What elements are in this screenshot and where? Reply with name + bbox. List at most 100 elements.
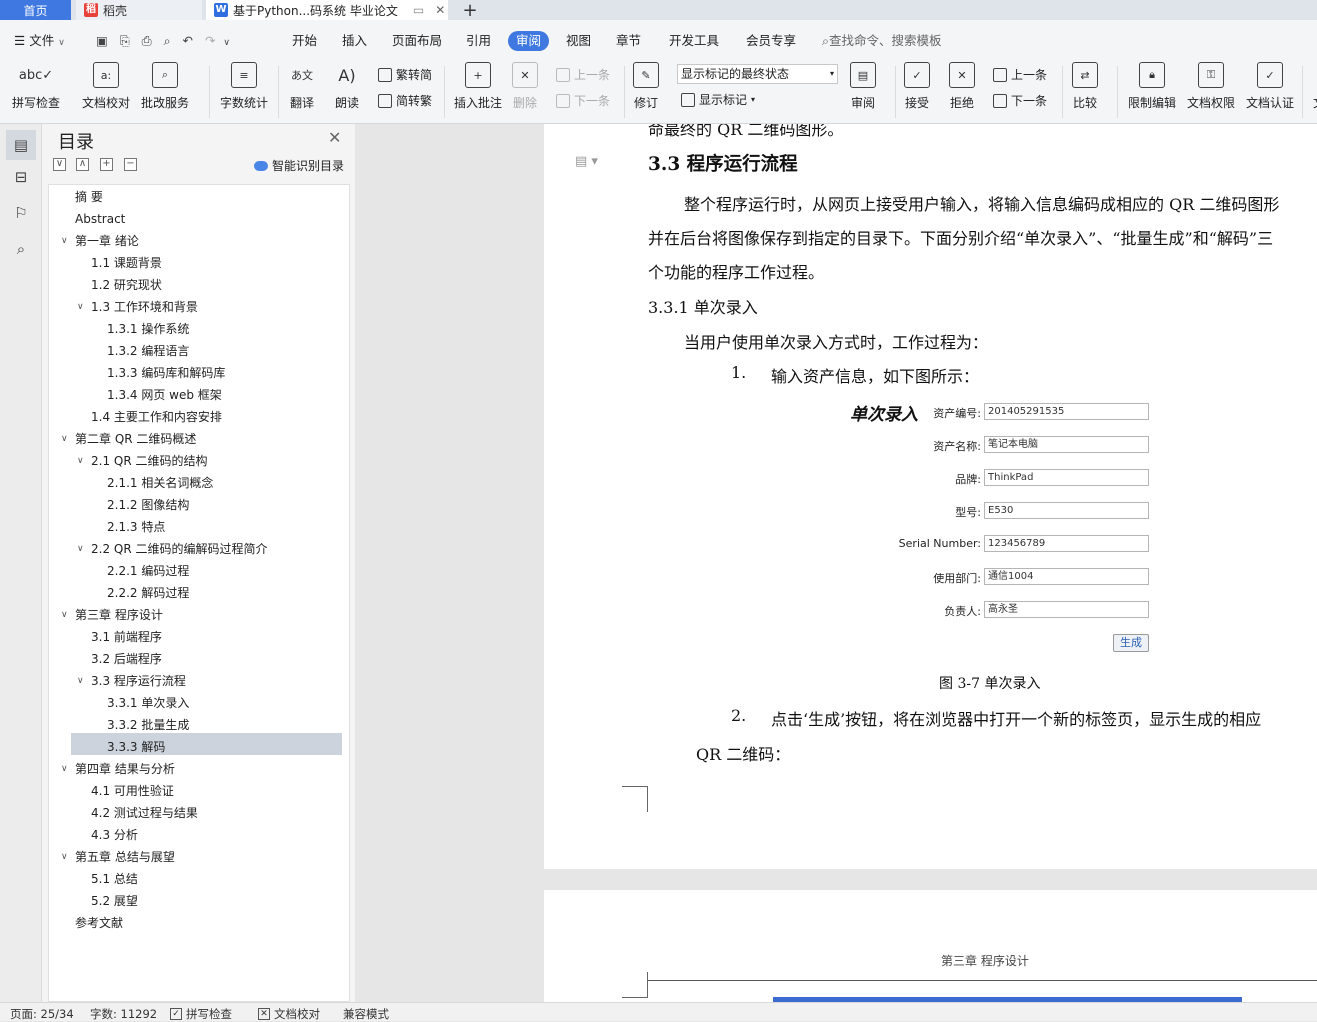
- page-indicator[interactable]: 页面: 25/34: [10, 1006, 74, 1022]
- menu-view[interactable]: 视图: [566, 31, 591, 51]
- toc-item[interactable]: 5.2 展望: [91, 891, 138, 911]
- print-icon[interactable]: ⎙: [142, 33, 152, 48]
- undo-icon[interactable]: ↶: [183, 33, 193, 48]
- chevron-down-icon[interactable]: ∨: [77, 451, 84, 471]
- menu-chapter[interactable]: 章节: [616, 31, 641, 51]
- toc-item[interactable]: 2.1 QR 二维码的结构: [91, 451, 208, 471]
- remove-heading-icon[interactable]: −: [124, 158, 137, 171]
- menu-developer[interactable]: 开发工具: [669, 31, 719, 51]
- word-count-indicator[interactable]: 字数: 11292: [90, 1006, 157, 1022]
- file-menu[interactable]: ☰ 文件 ∨: [14, 31, 65, 51]
- batch-service-button[interactable]: ⌕ 批改服务: [141, 62, 189, 111]
- toc-item[interactable]: 3.1 前端程序: [91, 627, 162, 647]
- toc-item[interactable]: 1.1 课题背景: [91, 253, 162, 273]
- redo-icon[interactable]: ↷: [205, 33, 215, 48]
- chevron-down-icon[interactable]: ∨: [61, 759, 68, 779]
- chevron-down-icon[interactable]: ∨: [61, 231, 68, 251]
- document-area[interactable]: ▤ ▾ 命最终的 QR 二维码图形。 3.3 程序运行流程 整个程序运行时，从网…: [544, 124, 1317, 1002]
- chevron-down-icon[interactable]: ∨: [61, 605, 68, 625]
- prev-comment-button[interactable]: 上一条: [556, 66, 610, 83]
- toc-item[interactable]: 2.1.3 特点: [107, 517, 165, 537]
- find-icon[interactable]: ⌕: [11, 239, 31, 259]
- page-options-icon[interactable]: ▤ ▾: [575, 154, 598, 169]
- chevron-down-icon[interactable]: ∨: [77, 297, 84, 317]
- tab-daoke[interactable]: 稻 稻壳: [76, 0, 202, 20]
- add-tab-button[interactable]: +: [455, 0, 485, 21]
- toc-item[interactable]: 5.1 总结: [91, 869, 138, 889]
- more-button[interactable]: 文: [1306, 62, 1317, 111]
- to-traditional-button[interactable]: 简转繁: [378, 92, 432, 109]
- accept-button[interactable]: ✓ 接受: [904, 62, 930, 111]
- toc-item[interactable]: 1.4 主要工作和内容安排: [91, 407, 222, 427]
- add-heading-icon[interactable]: +: [100, 158, 113, 171]
- markup-state-select[interactable]: 显示标记的最终状态 ▾: [677, 64, 838, 84]
- save-icon[interactable]: ▣: [96, 33, 108, 48]
- bookmark-icon[interactable]: ⚐: [11, 203, 31, 223]
- toc-item[interactable]: 摘 要: [75, 187, 103, 207]
- menu-references[interactable]: 引用: [466, 31, 491, 51]
- tab-document[interactable]: W 基于Python...码系统 毕业论文 ▭ ✕: [206, 0, 448, 20]
- to-simplified-button[interactable]: 繁转简: [378, 66, 432, 83]
- toc-item[interactable]: 2.2 QR 二维码的编解码过程简介: [91, 539, 268, 559]
- tab-close-icon[interactable]: ✕: [435, 3, 445, 17]
- toc-item[interactable]: 第三章 程序设计: [75, 605, 163, 625]
- doc-permission-button[interactable]: ⚿ 文档权限: [1187, 62, 1235, 111]
- toc-item[interactable]: Abstract: [75, 209, 125, 229]
- toc-item[interactable]: 第五章 总结与展望: [75, 847, 175, 867]
- delete-comment-button[interactable]: ✕ 删除: [512, 62, 538, 111]
- track-changes-button[interactable]: ✎ 修订: [633, 62, 659, 111]
- spell-check-toggle[interactable]: ✓ 拼写检查: [170, 1006, 232, 1022]
- chapter-nav-icon[interactable]: ⊟: [11, 167, 31, 187]
- reject-button[interactable]: ✕ 拒绝: [949, 62, 975, 111]
- smart-toc-button[interactable]: 智能识别目录: [254, 157, 344, 174]
- toc-item[interactable]: 2.2.1 编码过程: [107, 561, 189, 581]
- toc-item[interactable]: 4.3 分析: [91, 825, 138, 845]
- doc-proof-button[interactable]: a: 文档校对: [82, 62, 130, 111]
- document-page-next[interactable]: 第三章 程序设计: [544, 890, 1317, 1002]
- restrict-edit-button[interactable]: 🔒︎ 限制编辑: [1128, 62, 1176, 111]
- toc-item[interactable]: 2.1.2 图像结构: [107, 495, 189, 515]
- next-comment-button[interactable]: 下一条: [556, 92, 610, 109]
- command-search[interactable]: ⌕查找命令、搜索模板: [822, 31, 942, 51]
- read-aloud-button[interactable]: A) 朗读: [334, 62, 360, 111]
- show-markup-button[interactable]: 显示标记 ▾: [681, 91, 755, 108]
- translate-button[interactable]: あ文 翻译: [289, 62, 315, 111]
- document-page[interactable]: ▤ ▾ 命最终的 QR 二维码图形。 3.3 程序运行流程 整个程序运行时，从网…: [544, 124, 1317, 869]
- menu-page-layout[interactable]: 页面布局: [392, 31, 442, 51]
- compare-button[interactable]: ⇄ 比较: [1072, 62, 1098, 111]
- word-count-button[interactable]: ≡ 字数统计: [220, 62, 268, 111]
- prev-change-button[interactable]: 上一条: [993, 66, 1047, 83]
- close-icon[interactable]: ✕: [328, 128, 341, 147]
- toc-item[interactable]: 参考文献: [75, 913, 123, 933]
- toc-item[interactable]: 1.3.3 编码库和解码库: [107, 363, 225, 383]
- toc-item[interactable]: 1.3.4 网页 web 框架: [107, 385, 222, 405]
- doc-certify-button[interactable]: ✓ 文档认证: [1246, 62, 1294, 111]
- chevron-down-icon[interactable]: ∨: [77, 671, 84, 691]
- toc-item[interactable]: 第四章 结果与分析: [75, 759, 175, 779]
- export-icon[interactable]: ⎘: [120, 33, 130, 48]
- toc-item[interactable]: 3.2 后端程序: [91, 649, 162, 669]
- toc-item[interactable]: 1.2 研究现状: [91, 275, 162, 295]
- spell-check-button[interactable]: abc✓ 拼写检查: [12, 62, 60, 111]
- tab-pin-icon[interactable]: ▭: [413, 3, 424, 17]
- toc-item[interactable]: 1.3 工作环境和背景: [91, 297, 198, 317]
- toc-item[interactable]: 第一章 绪论: [75, 231, 139, 251]
- toc-item[interactable]: 3.3.3 解码: [107, 737, 165, 757]
- tab-home[interactable]: 首页: [0, 0, 71, 20]
- menu-review[interactable]: 审阅: [508, 31, 550, 51]
- doc-proof-toggle[interactable]: ✕ 文档校对: [258, 1006, 320, 1022]
- toc-item[interactable]: 3.3.2 批量生成: [107, 715, 189, 735]
- chevron-down-icon[interactable]: ∨: [61, 429, 68, 449]
- toc-item[interactable]: 4.2 测试过程与结果: [91, 803, 198, 823]
- toc-item[interactable]: 1.3.1 操作系统: [107, 319, 189, 339]
- review-pane-button[interactable]: ▤ 审阅: [850, 62, 876, 111]
- toc-item[interactable]: 3.3 程序运行流程: [91, 671, 186, 691]
- print-preview-icon[interactable]: ⌕: [164, 33, 171, 48]
- chevron-down-icon[interactable]: ∨: [61, 847, 68, 867]
- toc-item[interactable]: 4.1 可用性验证: [91, 781, 174, 801]
- toc-nav-icon[interactable]: ▤: [6, 130, 36, 160]
- next-change-button[interactable]: 下一条: [993, 92, 1047, 109]
- customize-icon[interactable]: ∨: [223, 38, 230, 48]
- menu-membership[interactable]: 会员专享: [746, 31, 796, 51]
- toc-item[interactable]: 2.1.1 相关名词概念: [107, 473, 213, 493]
